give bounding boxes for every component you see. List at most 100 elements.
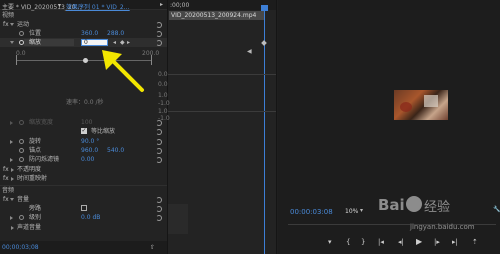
program-timecode[interactable]: 00:00:03:08 <box>290 208 333 216</box>
sequence-tab[interactable]: 效果序列 01 * VID_2… <box>66 2 130 11</box>
marker-icon[interactable]: ▾ <box>328 238 332 246</box>
reset-icon[interactable] <box>156 31 162 37</box>
volume-row[interactable]: fx 音量 <box>0 195 167 204</box>
fx-icon[interactable]: fx <box>3 165 9 174</box>
time-remap-label: 时间重映射 <box>17 175 48 182</box>
chevron-down-icon[interactable]: ▾ <box>360 207 363 214</box>
play-icon[interactable]: ▶ <box>416 237 422 246</box>
fx-icon[interactable]: fx <box>3 174 9 183</box>
audio-section-header: 音频 <box>0 185 167 194</box>
uniform-scale-row: ✓ 等比缩放 <box>0 127 167 136</box>
expand-icon[interactable] <box>10 216 13 220</box>
opacity-row[interactable]: fx 不透明度 <box>0 165 167 174</box>
scale-mark: 1.0 <box>158 108 168 115</box>
scale-mark: 1.0 <box>158 92 168 99</box>
expand-icon[interactable] <box>10 140 13 144</box>
bypass-checkbox[interactable] <box>81 205 87 211</box>
reset-icon[interactable] <box>156 206 162 212</box>
video-section-header: 视频 <box>2 12 15 19</box>
add-keyframe-icon[interactable]: ◆ <box>120 38 125 47</box>
reset-icon[interactable] <box>156 139 162 145</box>
mark-out-icon[interactable]: } <box>361 238 365 246</box>
slider-thumb[interactable] <box>83 58 88 63</box>
reset-icon[interactable] <box>156 129 162 135</box>
speaker-icon[interactable]: ◀ <box>247 48 253 56</box>
position-row: 位置 360.0 288.0 <box>0 29 167 38</box>
reset-icon[interactable] <box>156 40 162 46</box>
stopwatch-icon[interactable] <box>19 215 24 220</box>
step-back-icon[interactable]: ◂| <box>398 238 404 246</box>
stopwatch-icon[interactable] <box>19 148 24 153</box>
effect-controls-panel: 主要 * VID_20200513_20… ▾ 效果序列 01 * VID_2…… <box>0 0 167 254</box>
zoom-select[interactable]: 10% <box>345 208 358 215</box>
arrow-shaft <box>108 56 144 92</box>
stopwatch-icon[interactable] <box>19 139 24 144</box>
motion-row[interactable]: fx 运动 <box>0 20 167 29</box>
playhead-line[interactable] <box>264 9 265 254</box>
scale-row: 缩放 0 ◂ ◆ ▸ <box>0 38 167 47</box>
antiflicker-row: 防闪烁滤镜 0.00 <box>0 155 167 164</box>
scale-width-value: 100 <box>81 119 93 126</box>
next-keyframe-icon[interactable]: ▸ <box>127 38 130 47</box>
expand-icon[interactable] <box>10 158 13 162</box>
expand-icon <box>10 121 13 125</box>
anchor-y-value[interactable]: 540.0 <box>107 146 124 155</box>
play-only-icon[interactable]: ▸ <box>160 1 163 8</box>
position-x-value[interactable]: 360.0 <box>81 29 98 38</box>
anchor-x-value[interactable]: 960.0 <box>81 146 98 155</box>
expand-icon[interactable] <box>10 41 14 44</box>
time-remap-row[interactable]: fx 时间重映射 <box>0 174 167 183</box>
expand-icon[interactable] <box>11 177 14 181</box>
channel-volume-row[interactable]: 声道音量 <box>0 223 167 232</box>
expand-icon[interactable] <box>11 226 14 230</box>
slider-tick <box>151 55 152 65</box>
watermark-brand-logo: Bai <box>378 196 405 214</box>
slider-tick <box>16 55 17 65</box>
uniform-scale-checkbox[interactable]: ✓ <box>81 128 87 134</box>
go-to-out-icon[interactable]: ▸| <box>452 238 458 246</box>
scrollbar[interactable] <box>168 204 188 234</box>
reset-icon[interactable] <box>156 22 162 28</box>
stopwatch-icon[interactable] <box>19 157 24 162</box>
scale-value-input[interactable]: 0 <box>81 39 108 46</box>
video-frame[interactable] <box>394 90 448 120</box>
reset-icon[interactable] <box>156 215 162 221</box>
lift-icon[interactable]: ⇡ <box>472 238 478 246</box>
expand-icon[interactable] <box>10 23 14 26</box>
level-row: 级别 0.0 dB <box>0 213 167 222</box>
level-label: 级别 <box>29 214 42 221</box>
watermark-url: jingyan.baidu.com <box>410 223 475 231</box>
scale-mark: -1.0 <box>158 115 170 122</box>
export-icon[interactable]: ⇧ <box>150 243 155 252</box>
fx-icon[interactable]: fx <box>3 195 9 204</box>
slider-min-label: 0.0 <box>16 50 26 57</box>
rotation-value[interactable]: 90.0 ° <box>81 137 99 146</box>
dropdown-icon[interactable]: ▾ <box>58 2 61 9</box>
reset-icon[interactable] <box>156 148 162 154</box>
timecode[interactable]: 00;00;03;08 <box>2 243 39 252</box>
ruler-time: :00;00 <box>170 2 190 9</box>
fx-icon[interactable]: fx <box>3 20 9 29</box>
anchor-row: 锚点 960.0 540.0 <box>0 146 167 155</box>
mark-in-icon[interactable]: { <box>346 238 350 246</box>
go-to-in-icon[interactable]: |◂ <box>378 238 384 246</box>
playhead-handle[interactable] <box>261 5 268 11</box>
watermark-brand-logo: 经验 <box>424 200 451 215</box>
scale-width-label: 缩放宽度 <box>29 119 54 126</box>
antiflicker-value[interactable]: 0.00 <box>81 155 94 164</box>
reset-icon[interactable] <box>156 197 162 203</box>
clip-bar[interactable]: VID_20200513_200924.mp4 <box>169 11 264 20</box>
position-y-value[interactable]: 288.0 <box>107 29 124 38</box>
reset-icon[interactable] <box>156 157 162 163</box>
level-value[interactable]: 0.0 dB <box>81 213 100 222</box>
panel-tabbar: 主要 * VID_20200513_20… ▾ 效果序列 01 * VID_2…… <box>0 0 167 11</box>
expand-icon[interactable] <box>11 168 14 172</box>
keyframe-marker[interactable] <box>261 40 267 46</box>
stopwatch-icon[interactable] <box>19 31 24 36</box>
frame-detail <box>400 102 412 112</box>
annotation-arrow <box>102 50 144 92</box>
step-forward-icon[interactable]: |▸ <box>434 238 440 246</box>
prev-keyframe-icon[interactable]: ◂ <box>113 38 116 47</box>
timeline-ruler[interactable]: :00;00 <box>168 0 276 10</box>
expand-icon[interactable] <box>10 198 14 201</box>
